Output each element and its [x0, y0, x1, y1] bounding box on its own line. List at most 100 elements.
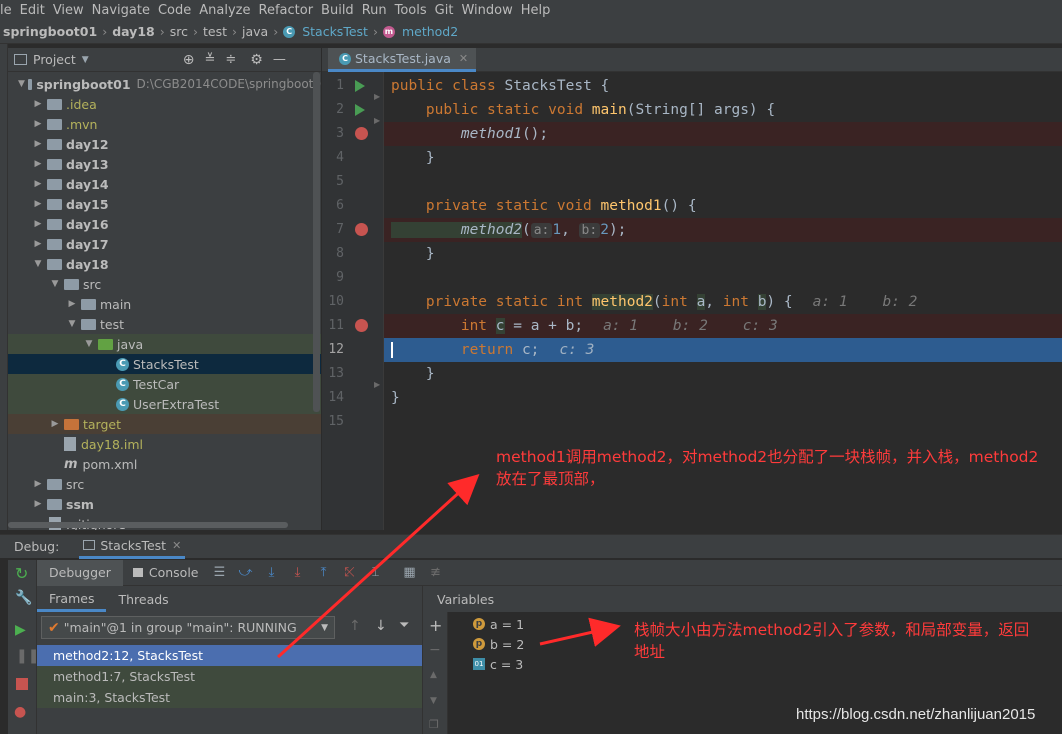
breadcrumb-src[interactable]: src	[167, 24, 191, 39]
tree-item[interactable]: m pom.xml	[8, 454, 321, 474]
move-up-icon[interactable]: ▲	[430, 670, 437, 680]
minus-icon[interactable]: −	[429, 642, 441, 658]
copy-icon[interactable]: ❐	[429, 718, 439, 731]
collapse-all-icon[interactable]: ≑	[225, 52, 236, 67]
menu-analyze[interactable]: Analyze	[195, 3, 254, 18]
tree-item[interactable]: C UserExtraTest	[8, 394, 321, 414]
gear-icon[interactable]: ⚙	[250, 52, 263, 68]
tab-threads[interactable]: Threads	[106, 592, 180, 607]
tree-item[interactable]: ▶ day12	[8, 134, 321, 154]
tree-item[interactable]: ▶ .idea	[8, 94, 321, 114]
tree-item[interactable]: ▶ src	[8, 474, 321, 494]
tab-console[interactable]: Console	[143, 565, 207, 580]
menu-window[interactable]: Window	[457, 3, 516, 18]
step-over-icon[interactable]: ⤓	[259, 565, 285, 580]
fold-icon[interactable]: ▶	[374, 116, 380, 125]
arrow-down-icon[interactable]: ↓	[375, 618, 387, 634]
run-to-cursor-icon[interactable]: ⌶	[363, 565, 389, 580]
tree-item[interactable]: ▶ ssm	[8, 494, 321, 514]
menu-help[interactable]: Help	[517, 3, 555, 18]
locate-icon[interactable]: ⊕	[183, 52, 195, 68]
expand-all-icon[interactable]: ≚	[204, 52, 215, 67]
arrow-up-icon[interactable]: ↑	[349, 618, 361, 634]
tree-item-selected[interactable]: C StacksTest	[8, 354, 321, 374]
close-icon[interactable]: ✕	[172, 539, 181, 552]
menu-tools[interactable]: Tools	[391, 3, 431, 18]
menu-code[interactable]: Code	[154, 3, 195, 18]
wrench-icon[interactable]: 🔧	[15, 590, 32, 606]
tree-item[interactable]: ▶ main	[8, 294, 321, 314]
tab-stackstest[interactable]: C StacksTest.java ✕	[328, 48, 477, 72]
menu-git[interactable]: Git	[431, 3, 458, 18]
frame-row-selected[interactable]: method2:12, StacksTest	[37, 645, 422, 666]
plus-icon[interactable]: +	[429, 616, 442, 635]
fold-icon[interactable]: ▶	[374, 380, 380, 389]
filter-icon[interactable]: ⏷	[399, 618, 409, 633]
step-out-icon[interactable]: ⤒	[311, 565, 337, 580]
menu-build[interactable]: Build	[317, 3, 358, 18]
menu-icon[interactable]: ☰	[207, 565, 233, 580]
minimize-icon[interactable]: —	[273, 52, 286, 67]
tree-item[interactable]: ▶ day15	[8, 194, 321, 214]
variable-row[interactable]: p a = 1	[473, 614, 524, 634]
menu-edit[interactable]: Edit	[16, 3, 49, 18]
frame-row[interactable]: method1:7, StacksTest	[37, 666, 422, 687]
debug-config-tab[interactable]: StacksTest ✕	[79, 535, 186, 559]
tree-item[interactable]: ▶ day17	[8, 234, 321, 254]
tree-item[interactable]: ▶ target	[8, 414, 321, 434]
close-icon[interactable]: ✕	[459, 52, 468, 65]
view-breakpoints-icon[interactable]: ●	[14, 704, 26, 720]
code-token: main	[591, 102, 627, 118]
thread-select[interactable]: ✔ "main"@1 in group "main": RUNNING ▼	[41, 616, 335, 639]
code-line: public class StacksTest {	[384, 74, 1062, 98]
editor-gutter[interactable]: 1 2 3 4 5 6 7 8 9 10 11 12 13 14 15 ▶ ▶ …	[322, 72, 384, 530]
tree-item[interactable]: ▶ day13	[8, 154, 321, 174]
menu-file[interactable]: le	[0, 3, 16, 18]
breadcrumb-class[interactable]: StacksTest	[299, 24, 371, 39]
tree-item[interactable]: ▼ java	[8, 334, 321, 354]
horizontal-scrollbar[interactable]	[8, 522, 288, 528]
step-into-icon[interactable]: ⤓	[285, 565, 311, 580]
vertical-scrollbar[interactable]	[313, 72, 320, 412]
tree-root[interactable]: ▼ springboot01 D:\CGB2014CODE\springboot…	[8, 74, 321, 94]
tree-item[interactable]: ▶ day14	[8, 174, 321, 194]
tree-item[interactable]: ▼ src	[8, 274, 321, 294]
breadcrumb-method[interactable]: method2	[399, 24, 461, 39]
drop-frame-icon[interactable]: ⤪	[337, 565, 363, 580]
tree-item[interactable]: ▼ test	[8, 314, 321, 334]
tree-item[interactable]: ▶ day16	[8, 214, 321, 234]
rerun-icon[interactable]: ↻	[15, 564, 28, 583]
run-icon[interactable]	[355, 104, 365, 116]
move-down-icon[interactable]: ▼	[430, 696, 437, 706]
menu-view[interactable]: View	[49, 3, 88, 18]
run-icon[interactable]	[355, 80, 365, 92]
evaluate-icon[interactable]: ▦	[397, 565, 423, 580]
breadcrumb-test[interactable]: test	[200, 24, 230, 39]
variable-row[interactable]: p b = 2	[473, 634, 524, 654]
pause-icon[interactable]: ❚❚	[16, 648, 39, 664]
tree-item[interactable]: C TestCar	[8, 374, 321, 394]
breadcrumb-project[interactable]: springboot01	[0, 24, 100, 39]
tree-item[interactable]: day18.iml	[8, 434, 321, 454]
frame-row[interactable]: main:3, StacksTest	[37, 687, 422, 708]
breadcrumb-java[interactable]: java	[239, 24, 271, 39]
stop-icon[interactable]	[16, 678, 28, 690]
tree-item[interactable]: ▶ .mvn	[8, 114, 321, 134]
menu-refactor[interactable]: Refactor	[255, 3, 318, 18]
tab-debugger[interactable]: Debugger	[37, 559, 123, 586]
menu-navigate[interactable]: Navigate	[88, 3, 154, 18]
breadcrumb-module[interactable]: day18	[109, 24, 158, 39]
chevron-down-icon[interactable]: ▼	[82, 55, 89, 65]
breakpoint-icon[interactable]	[355, 319, 368, 332]
tree-item[interactable]: ▼ day18	[8, 254, 321, 274]
show-execution-point-icon[interactable]: ⤻	[233, 565, 259, 580]
resume-icon[interactable]: ▶	[15, 622, 26, 638]
tab-frames[interactable]: Frames	[37, 586, 107, 612]
breakpoint-icon[interactable]	[355, 223, 368, 236]
menu-run[interactable]: Run	[358, 3, 391, 18]
fold-icon[interactable]: ▶	[374, 92, 380, 101]
breakpoint-icon[interactable]	[355, 127, 368, 140]
variable-row[interactable]: 01 c = 3	[473, 654, 523, 674]
project-panel-title[interactable]: Project	[33, 52, 76, 67]
trace-icon[interactable]: ≢	[423, 565, 449, 580]
